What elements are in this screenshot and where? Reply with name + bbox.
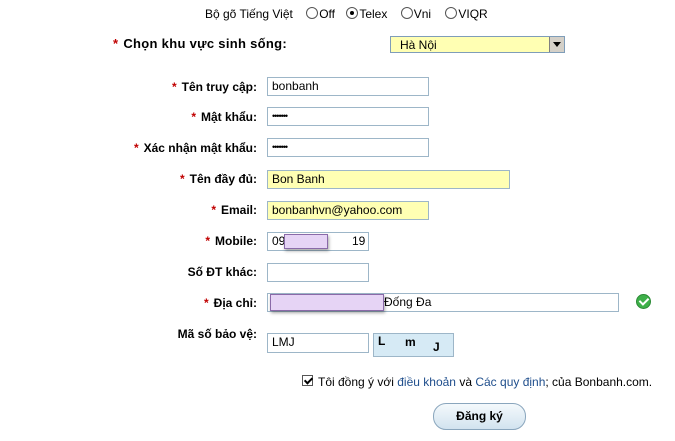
password-input[interactable]: ••••••• [267,107,429,126]
fullname-label-row: * Tên đầy đủ: [180,172,257,186]
radio-telex[interactable] [346,7,359,19]
confirm-password-label: Xác nhận mật khẩu: [143,141,257,155]
address-label-row: * Địa chỉ: [204,296,257,310]
rules-link[interactable]: Các quy định [475,375,545,389]
mobile-value-end: 19 [352,234,366,248]
chevron-down-icon[interactable] [549,37,564,52]
radio-vni[interactable] [400,7,413,19]
address-value-end: Đống Đa [384,295,432,309]
region-label-row: * Chọn khu vực sinh sống: [113,36,287,51]
mobile-label: Mobile: [215,234,257,248]
keyboard-option-vni[interactable]: Vni [400,7,431,21]
redaction-address [270,294,384,311]
keyboard-selector: Bộ gõ Tiếng Việt Off Telex Vni VIQR [205,7,488,21]
other-phone-input[interactable] [267,263,369,282]
captcha-char: J [433,340,440,354]
required-mark: * [191,110,196,124]
agree-text: Tôi đồng ý với điều khoản và Các quy địn… [318,375,652,389]
password-label: Mật khẩu: [200,110,257,124]
other-phone-label-row: Số ĐT khác: [188,265,257,279]
required-mark: * [203,296,209,310]
terms-link[interactable]: điều khoản [397,375,456,389]
required-mark: * [211,203,216,217]
region-select[interactable]: Hà Nội [390,36,565,53]
confirm-label-row: * Xác nhận mật khẩu: [134,141,257,155]
required-mark: * [179,172,185,186]
username-label-row: * Tên truy cập: [172,80,257,94]
captcha-label-row: Mã số bảo vệ: [178,327,257,341]
email-label-row: * Email: [211,203,257,217]
keyboard-label: Bộ gõ Tiếng Việt [205,7,293,21]
confirm-password-input[interactable]: ••••••• [267,138,429,157]
keyboard-option-telex[interactable]: Telex [346,7,387,21]
captcha-label: Mã số bảo vệ: [177,327,257,341]
fullname-label: Tên đầy đủ: [189,172,257,186]
email-label: Email: [220,203,257,217]
captcha-char: m [405,335,416,349]
agree-checkbox[interactable] [302,375,313,386]
agree-prefix: Tôi đồng ý với [318,375,394,389]
keyboard-option-off[interactable]: Off [306,7,335,21]
region-label: Chọn khu vực sinh sống: [123,36,288,51]
password-label-row: * Mật khẩu: [191,110,257,124]
other-phone-label: Số ĐT khác: [187,265,257,279]
required-mark: * [113,36,119,51]
radio-viqr[interactable] [445,7,458,19]
username-input[interactable]: bonbanh [267,77,429,96]
captcha-input[interactable]: LMJ [267,333,369,353]
address-label: Địa chỉ: [213,296,257,310]
agree-suffix: ; của Bonbanh.com. [545,375,653,389]
required-mark: * [133,141,139,155]
agree-and: và [459,375,472,389]
keyboard-option-viqr[interactable]: VIQR [445,7,488,21]
fullname-input[interactable]: Bon Banh [267,170,510,189]
username-label: Tên truy cập: [181,80,257,94]
mobile-label-row: * Mobile: [205,234,257,248]
required-mark: * [171,80,177,94]
captcha-image: L m J [373,333,454,357]
check-circle-icon [636,294,651,309]
radio-off[interactable] [306,7,319,19]
region-value: Hà Nội [400,38,437,52]
redaction-mobile [284,234,328,249]
captcha-char: L [378,334,386,348]
email-input[interactable]: bonbanhvn@yahoo.com [267,201,429,220]
required-mark: * [205,234,210,248]
register-button[interactable]: Đăng ký [433,403,526,430]
